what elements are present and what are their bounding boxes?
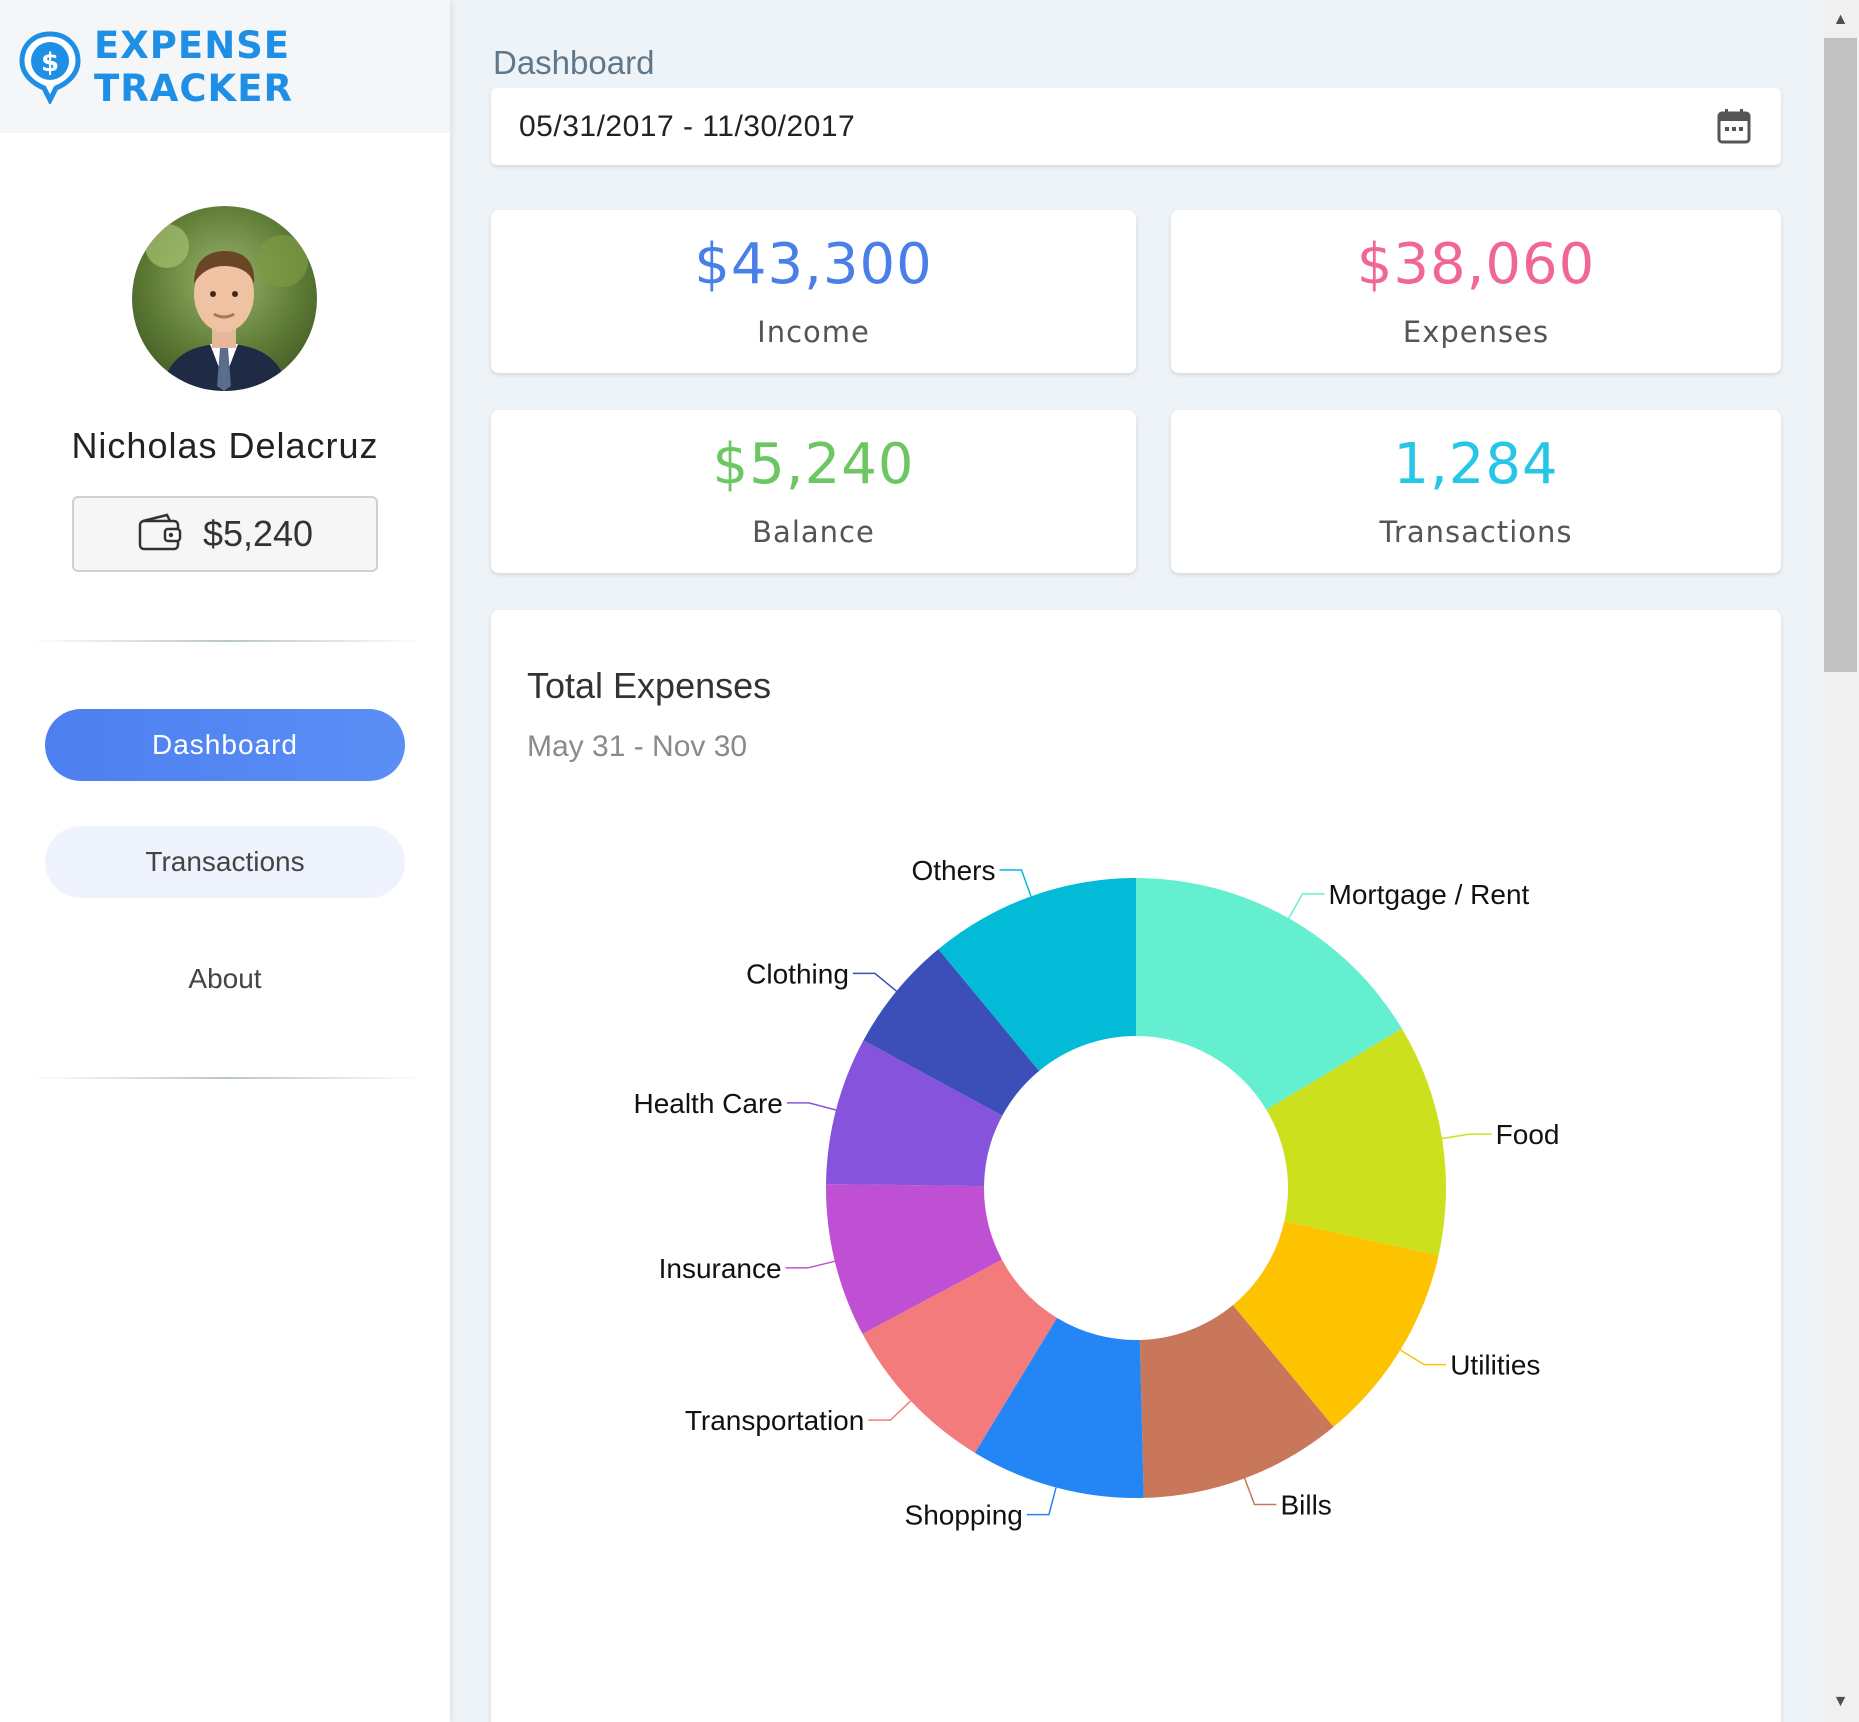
wallet-icon <box>137 513 183 556</box>
slice-label: Mortgage / Rent <box>1329 879 1530 910</box>
slice-leader-line <box>785 1260 835 1269</box>
income-value: $43,300 <box>694 232 933 297</box>
nav-dashboard[interactable]: Dashboard <box>45 709 405 781</box>
page-title: Dashboard <box>493 44 655 81</box>
slice-leader-line <box>1441 1133 1492 1140</box>
wallet-amount: $5,240 <box>202 513 314 554</box>
stat-card-expenses: $38,060 Expenses <box>1171 210 1781 373</box>
sidebar-divider <box>30 640 425 642</box>
slice-leader-line <box>786 1102 837 1111</box>
user-avatar <box>132 206 317 391</box>
slice-leader-line <box>852 972 897 992</box>
income-label: Income <box>757 315 870 349</box>
total-expenses-card: Total Expenses May 31 - Nov 30 Mortgage … <box>491 610 1781 1722</box>
slice-label: Shopping <box>905 1500 1023 1531</box>
slice-label: Clothing <box>746 958 849 989</box>
date-range-value: 05/31/2017 - 11/30/2017 <box>519 109 856 143</box>
transactions-value: 1,284 <box>1393 432 1559 497</box>
slice-label: Health Care <box>633 1088 782 1119</box>
slice-label: Transportation <box>685 1405 865 1436</box>
calendar-icon[interactable] <box>1717 108 1751 144</box>
slice-label: Bills <box>1280 1490 1331 1521</box>
stat-card-transactions: 1,284 Transactions <box>1171 410 1781 573</box>
slice-leader-line <box>868 1400 912 1421</box>
nav-about[interactable]: About <box>45 943 405 1015</box>
balance-label: Balance <box>752 515 875 549</box>
scrollbar-thumb[interactable] <box>1824 38 1857 672</box>
expenses-donut-chart: Mortgage / Rent Food Utilities Bills Shoppin… <box>633 855 1560 1531</box>
sidebar: $ EXPENSE TRACKER Nicholas Delacruz $5,2… <box>0 0 450 1722</box>
scroll-down-arrow-icon[interactable]: ▼ <box>1822 1690 1859 1714</box>
expenses-label: Expenses <box>1402 315 1550 349</box>
user-name: Nicholas Delacruz <box>71 425 379 466</box>
slice-leader-line <box>1243 1478 1277 1506</box>
svg-text:$: $ <box>41 48 59 78</box>
app-title: EXPENSE TRACKER <box>94 23 293 110</box>
stat-card-balance: $5,240 Balance <box>491 410 1136 573</box>
vertical-scrollbar[interactable]: ▲ ▼ <box>1822 0 1859 1722</box>
slice-leader-line <box>1399 1349 1447 1366</box>
wallet-balance-box: $5,240 <box>72 496 378 572</box>
dollar-pin-logo-icon: $ <box>18 30 82 106</box>
transactions-label: Transactions <box>1379 515 1573 549</box>
slice-leader-line <box>1288 893 1325 919</box>
slice-leader-line <box>999 869 1032 897</box>
brand-header: $ EXPENSE TRACKER <box>0 0 450 133</box>
balance-value: $5,240 <box>712 432 915 497</box>
date-range-picker[interactable]: 05/31/2017 - 11/30/2017 <box>491 88 1781 165</box>
slice-label: Food <box>1496 1119 1560 1150</box>
slice-label: Others <box>911 855 995 886</box>
slice-leader-line <box>1026 1487 1057 1516</box>
expenses-value: $38,060 <box>1356 232 1596 297</box>
scroll-up-arrow-icon[interactable]: ▲ <box>1822 8 1859 32</box>
slice-label: Utilities <box>1450 1350 1540 1381</box>
nav-transactions[interactable]: Transactions <box>45 826 405 898</box>
sidebar-divider <box>30 1077 425 1079</box>
stat-card-income: $43,300 Income <box>491 210 1136 373</box>
slice-label: Insurance <box>659 1253 782 1284</box>
